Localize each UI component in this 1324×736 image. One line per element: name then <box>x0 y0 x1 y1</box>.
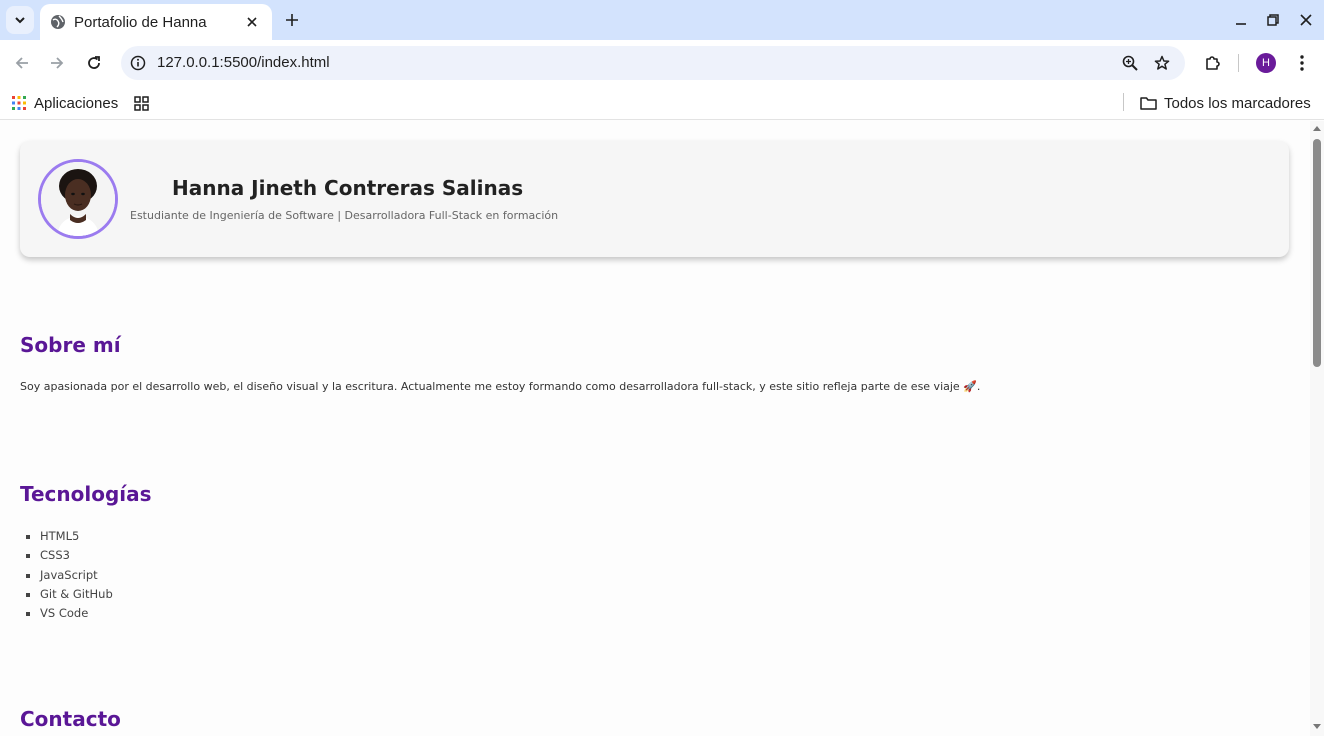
reload-icon <box>88 56 100 69</box>
apps-bookmark[interactable]: Aplicaciones <box>12 91 118 115</box>
puzzle-icon <box>1206 56 1220 70</box>
forward-button[interactable] <box>42 48 72 78</box>
arrow-right-icon <box>51 57 64 69</box>
minimize-button[interactable] <box>1229 8 1253 32</box>
grid-icon <box>134 95 149 111</box>
extensions-button[interactable] <box>1198 48 1228 78</box>
list-item: VS Code <box>40 604 113 623</box>
profile-header: Hanna Jineth Contreras Salinas Estudiant… <box>20 141 1289 257</box>
folder-icon <box>1140 97 1157 110</box>
all-bookmarks-folder[interactable]: Todos los marcadores <box>1140 91 1311 115</box>
minimize-icon <box>1236 23 1246 25</box>
list-item: HTML5 <box>40 527 113 546</box>
bookmark-star-icon[interactable] <box>1151 52 1173 74</box>
list-item: JavaScript <box>40 566 113 585</box>
apps-grid-icon <box>12 96 26 110</box>
tech-heading: Tecnologías <box>20 482 152 506</box>
apps-bookmark-label: Aplicaciones <box>34 94 119 112</box>
site-info-icon[interactable] <box>127 52 149 74</box>
browser-toolbar: 127.0.0.1:5500/index.html H <box>0 40 1324 86</box>
tab-groups-button[interactable] <box>134 91 149 115</box>
bookmarks-bar: Aplicaciones Todos los marcadores <box>0 86 1324 120</box>
portrait-image <box>41 162 115 236</box>
close-window-button[interactable] <box>1294 8 1318 32</box>
close-icon <box>1300 14 1312 26</box>
tab-search-button[interactable] <box>6 6 34 34</box>
back-button[interactable] <box>7 48 37 78</box>
scroll-thumb[interactable] <box>1313 139 1321 367</box>
tab-close-button[interactable] <box>242 12 262 32</box>
close-icon <box>247 17 257 27</box>
bookmarks-divider <box>1123 93 1124 111</box>
plus-icon <box>286 14 298 26</box>
restore-button[interactable] <box>1261 8 1285 32</box>
scroll-up-arrow[interactable] <box>1313 126 1321 131</box>
chevron-down-icon <box>15 17 25 24</box>
address-bar[interactable]: 127.0.0.1:5500/index.html <box>121 46 1185 80</box>
about-text: Soy apasionada por el desarrollo web, el… <box>20 380 981 393</box>
arrow-left-icon <box>15 57 28 69</box>
toolbar-divider <box>1238 54 1239 72</box>
profile-avatar[interactable]: H <box>1256 53 1276 73</box>
menu-button[interactable] <box>1287 48 1317 78</box>
page-scrollbar[interactable] <box>1310 121 1324 736</box>
new-tab-button[interactable] <box>280 8 304 32</box>
all-bookmarks-label: Todos los marcadores <box>1164 94 1311 112</box>
list-item: CSS3 <box>40 546 113 565</box>
about-heading: Sobre mí <box>20 333 121 357</box>
kebab-menu-icon <box>1300 55 1304 71</box>
url-text: 127.0.0.1:5500/index.html <box>157 54 330 71</box>
zoom-icon[interactable] <box>1119 52 1141 74</box>
globe-icon <box>51 15 65 29</box>
reload-button[interactable] <box>79 48 109 78</box>
tab-strip: Portafolio de Hanna <box>0 0 1324 40</box>
scroll-down-arrow[interactable] <box>1313 724 1321 729</box>
profile-photo <box>38 159 118 239</box>
profile-tagline: Estudiante de Ingeniería de Software | D… <box>130 209 559 222</box>
tech-list: HTML5 CSS3 JavaScript Git & GitHub VS Co… <box>40 527 113 623</box>
contact-heading: Contacto <box>20 707 121 731</box>
tab-title: Portafolio de Hanna <box>74 13 207 31</box>
page-viewport: Hanna Jineth Contreras Salinas Estudiant… <box>0 121 1310 736</box>
restore-icon <box>1267 14 1279 26</box>
list-item: Git & GitHub <box>40 585 113 604</box>
active-tab[interactable]: Portafolio de Hanna <box>40 4 272 40</box>
profile-name: Hanna Jineth Contreras Salinas <box>172 176 524 200</box>
